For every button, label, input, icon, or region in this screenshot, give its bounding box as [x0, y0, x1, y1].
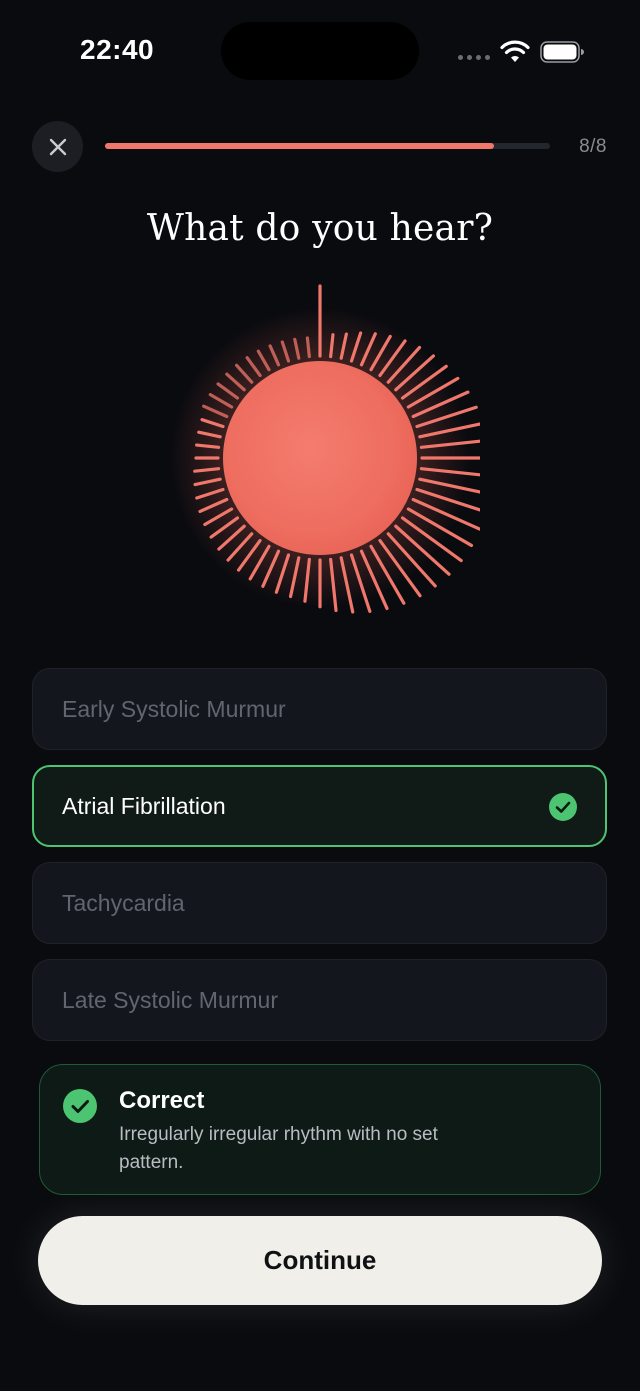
progress-bar — [105, 143, 550, 149]
close-button[interactable] — [32, 121, 83, 172]
answer-option[interactable]: Late Systolic Murmur — [32, 959, 607, 1041]
feedback-card: Correct Irregularly irregular rhythm wit… — [39, 1064, 601, 1195]
feedback-description: Irregularly irregular rhythm with no set… — [119, 1124, 438, 1173]
wifi-icon — [500, 40, 530, 62]
status-bar: 22:40 — [0, 0, 640, 100]
progress-fill — [105, 143, 495, 149]
progress-counter: 8/8 — [579, 136, 607, 157]
close-icon — [49, 138, 66, 155]
continue-button[interactable]: Continue — [38, 1216, 602, 1305]
answer-option-selected[interactable]: Atrial Fibrillation — [32, 765, 607, 847]
check-circle-icon — [549, 793, 577, 821]
answer-option-label: Early Systolic Murmur — [62, 696, 286, 722]
check-circle-icon — [63, 1089, 97, 1123]
visualizer-core — [223, 361, 417, 555]
cellular-signal-icon — [458, 55, 490, 61]
answer-option-label: Late Systolic Murmur — [62, 987, 279, 1013]
question-title: What do you hear? — [146, 208, 494, 249]
answer-option[interactable]: Early Systolic Murmur — [32, 668, 607, 750]
answer-option[interactable]: Tachycardia — [32, 862, 607, 944]
answer-option-label: Atrial Fibrillation — [62, 793, 226, 819]
status-time: 22:40 — [80, 34, 155, 65]
answer-option-label: Tachycardia — [62, 890, 185, 916]
heart-sound-visualizer[interactable] — [160, 283, 480, 623]
feedback-title: Correct — [119, 1087, 205, 1114]
visualizer-ray — [305, 336, 311, 359]
dynamic-island — [221, 22, 419, 80]
battery-icon — [540, 41, 584, 63]
